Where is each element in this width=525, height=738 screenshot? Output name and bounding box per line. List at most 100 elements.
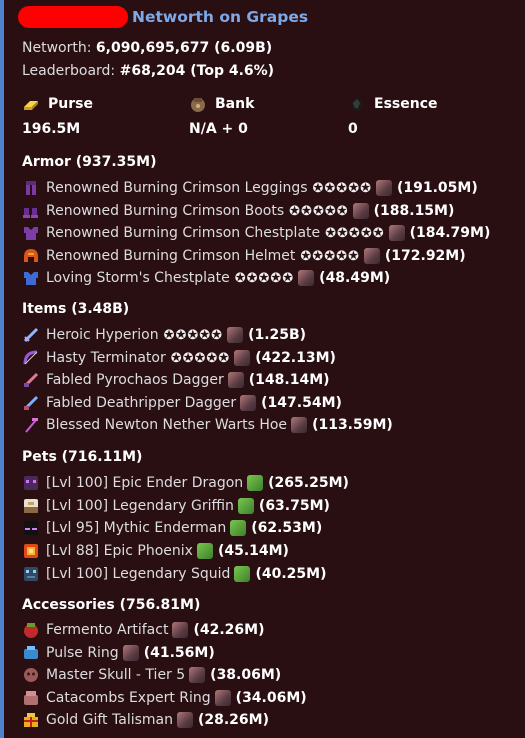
item-name: Fermento Artifact xyxy=(46,622,169,638)
ring-icon xyxy=(22,644,40,662)
chestplate-icon xyxy=(22,269,40,287)
stars: ✪✪✪✪✪ xyxy=(300,248,360,264)
item-value: (28.26M) xyxy=(197,712,269,728)
boots-icon xyxy=(22,202,40,220)
leaderboard-line: Leaderboard: #68,204 (Top 4.6%) xyxy=(22,63,274,79)
coin-icon xyxy=(172,622,189,638)
leggings-icon xyxy=(22,179,40,197)
item-name: Fabled Deathripper Dagger xyxy=(46,395,237,411)
list-item: Renowned Burning Crimson Chestplate ✪✪✪✪… xyxy=(22,223,490,243)
networth-line: Networth: 6,090,695,677 (6.09B) xyxy=(22,40,272,56)
item-value: (188.15M) xyxy=(373,203,455,219)
coin-icon xyxy=(298,270,315,286)
bank-header: Bank xyxy=(189,95,254,113)
stars: ✪✪✪✪✪ xyxy=(289,203,349,219)
list-item: [Lvl 100] Epic Ender Dragon (265.25M) xyxy=(22,473,349,493)
item-name: Renowned Burning Crimson Leggings xyxy=(46,180,308,196)
list-item: Loving Storm's Chestplate ✪✪✪✪✪ (48.49M) xyxy=(22,268,390,288)
armor-section-title: Armor (937.35M) xyxy=(22,154,157,170)
gift-icon xyxy=(22,711,40,729)
coin-icon xyxy=(122,645,139,661)
leaderboard-value: #68,204 (Top 4.6%) xyxy=(119,63,275,79)
pet-badge-icon xyxy=(196,543,213,559)
item-value: (265.25M) xyxy=(268,475,349,491)
artifact-icon xyxy=(22,621,40,639)
dagger-icon xyxy=(22,394,40,412)
item-value: (148.14M) xyxy=(248,372,330,388)
networth-label: Networth: xyxy=(22,40,96,56)
item-value: (1.25B) xyxy=(248,327,307,343)
dagger-icon xyxy=(22,371,40,389)
skull-icon xyxy=(22,666,40,684)
list-item: Master Skull - Tier 5 (38.06M) xyxy=(22,665,281,685)
list-item: Hasty Terminator ✪✪✪✪✪ (422.13M) xyxy=(22,348,336,368)
item-name: Master Skull - Tier 5 xyxy=(46,667,186,683)
networth-embed: Networth on Grapes Networth: 6,090,695,6… xyxy=(0,0,525,738)
list-item: Gold Gift Talisman (28.26M) xyxy=(22,710,269,730)
item-value: (113.59M) xyxy=(312,417,393,433)
embed-title[interactable]: Networth on Grapes xyxy=(132,8,308,26)
item-name: [Lvl 100] Legendary Squid xyxy=(46,566,231,582)
item-name: Renowned Burning Crimson Chestplate xyxy=(46,225,321,241)
item-name: Heroic Hyperion xyxy=(46,327,159,343)
coin-icon xyxy=(363,248,380,264)
pet-badge-icon xyxy=(237,498,254,514)
stars: ✪✪✪✪✪ xyxy=(163,327,224,343)
essence-icon xyxy=(348,95,366,113)
stars: ✪✪✪✪✪ xyxy=(170,350,231,366)
item-name: Renowned Burning Crimson Helmet xyxy=(46,248,296,264)
coin-icon xyxy=(176,712,193,728)
item-value: (422.13M) xyxy=(255,350,336,366)
item-name: Catacombs Expert Ring xyxy=(46,690,211,706)
list-item: Renowned Burning Crimson Helmet ✪✪✪✪✪ (1… xyxy=(22,246,466,266)
list-item: Blessed Newton Nether Warts Hoe (113.59M… xyxy=(22,415,393,435)
sword-icon xyxy=(22,326,40,344)
list-item: Catacombs Expert Ring (34.06M) xyxy=(22,688,307,708)
item-value: (34.06M) xyxy=(235,690,307,706)
pets-section-title: Pets (716.11M) xyxy=(22,449,143,465)
gold-ingot-icon xyxy=(22,95,40,113)
item-name: [Lvl 100] Epic Ender Dragon xyxy=(46,475,244,491)
list-item: Renowned Burning Crimson Boots ✪✪✪✪✪ (18… xyxy=(22,201,454,221)
helmet-icon xyxy=(22,247,40,265)
item-value: (40.25M) xyxy=(255,566,327,582)
ring-icon xyxy=(22,689,40,707)
list-item: Fabled Pyrochaos Dagger (148.14M) xyxy=(22,370,330,390)
bow-icon xyxy=(22,349,40,367)
item-name: Blessed Newton Nether Warts Hoe xyxy=(46,417,288,433)
coin-icon xyxy=(388,225,405,241)
purse-value: 196.5M xyxy=(22,121,81,137)
item-name: Pulse Ring xyxy=(46,645,119,661)
item-name: [Lvl 95] Mythic Enderman xyxy=(46,520,227,536)
pet-badge-icon xyxy=(230,520,247,536)
coin-icon xyxy=(234,350,251,366)
item-name: Renowned Burning Crimson Boots xyxy=(46,203,285,219)
item-value: (45.14M) xyxy=(217,543,289,559)
bank-label: Bank xyxy=(215,96,255,112)
essence-header: Essence xyxy=(348,95,438,113)
coin-icon xyxy=(240,395,257,411)
list-item: Renowned Burning Crimson Leggings ✪✪✪✪✪ … xyxy=(22,178,478,198)
list-item: [Lvl 100] Legendary Squid (40.25M) xyxy=(22,564,326,584)
squid-icon xyxy=(22,565,40,583)
item-value: (38.06M) xyxy=(210,667,282,683)
item-name: Gold Gift Talisman xyxy=(46,712,173,728)
item-value: (41.56M) xyxy=(143,645,215,661)
list-item: [Lvl 88] Epic Phoenix (45.14M) xyxy=(22,541,289,561)
coin-icon xyxy=(291,417,308,433)
redacted-username xyxy=(18,6,128,28)
stars: ✪✪✪✪✪ xyxy=(234,270,295,286)
pet-badge-icon xyxy=(247,475,264,491)
item-value: (147.54M) xyxy=(261,395,342,411)
griffin-icon xyxy=(22,497,40,515)
item-value: (42.26M) xyxy=(193,622,265,638)
item-value: (48.49M) xyxy=(319,270,391,286)
stars: ✪✪✪✪✪ xyxy=(312,180,372,196)
leaderboard-label: Leaderboard: xyxy=(22,63,120,79)
purse-label: Purse xyxy=(48,96,93,112)
coin-icon xyxy=(375,180,392,196)
coin-icon xyxy=(189,667,206,683)
list-item: Fabled Deathripper Dagger (147.54M) xyxy=(22,393,342,413)
pet-badge-icon xyxy=(234,566,251,582)
item-name: Loving Storm's Chestplate xyxy=(46,270,230,286)
